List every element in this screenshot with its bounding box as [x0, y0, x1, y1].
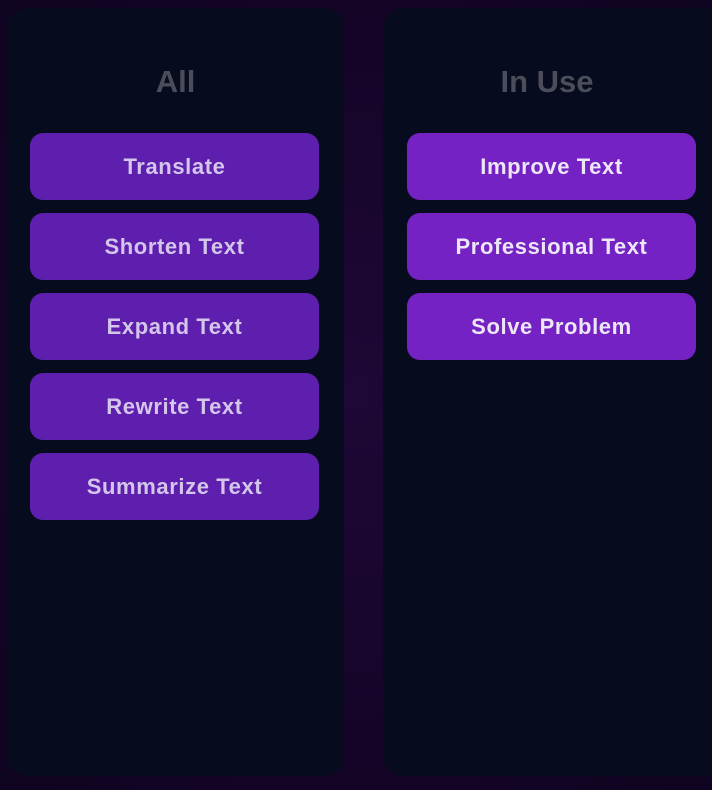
all-actions-list: Translate Shorten Text Expand Text Rewri… — [30, 133, 319, 533]
in-use-column-title: In Use — [500, 64, 594, 99]
action-chip-improve-text[interactable]: Improve Text — [407, 133, 696, 200]
all-actions-column: All Translate Shorten Text Expand Text R… — [7, 8, 344, 776]
action-chip-shorten-text[interactable]: Shorten Text — [30, 213, 319, 280]
action-chip-translate[interactable]: Translate — [30, 133, 319, 200]
action-chip-solve-problem[interactable]: Solve Problem — [407, 293, 696, 360]
action-chip-professional-text[interactable]: Professional Text — [407, 213, 696, 280]
all-column-title: All — [155, 64, 196, 99]
action-chip-rewrite-text[interactable]: Rewrite Text — [30, 373, 319, 440]
action-chip-summarize-text[interactable]: Summarize Text — [30, 453, 319, 520]
action-board: All Translate Shorten Text Expand Text R… — [0, 0, 712, 790]
in-use-actions-list: Improve Text Professional Text Solve Pro… — [407, 133, 696, 373]
in-use-actions-column: In Use Improve Text Professional Text So… — [383, 8, 712, 776]
action-chip-expand-text[interactable]: Expand Text — [30, 293, 319, 360]
